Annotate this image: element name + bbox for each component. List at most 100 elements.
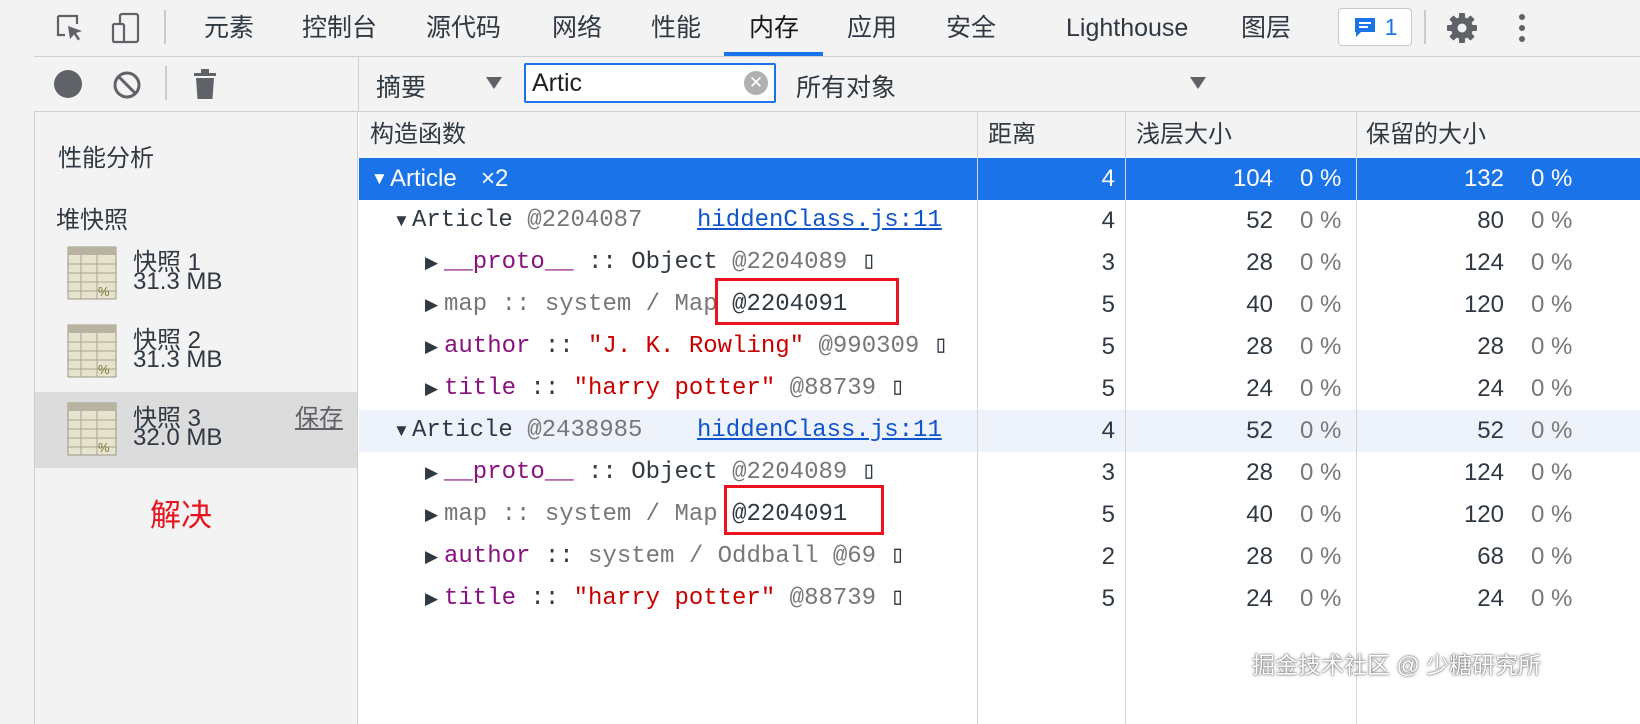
gear-icon[interactable] xyxy=(1444,10,1480,46)
collapse-triangle-icon[interactable]: ▼ xyxy=(393,200,410,242)
distance-value: 4 xyxy=(1101,417,1115,444)
tab-application[interactable]: 应用 xyxy=(847,0,897,56)
tab-security[interactable]: 安全 xyxy=(946,0,996,56)
shallow-size-value: 28 xyxy=(1246,333,1273,360)
clear-all-icon[interactable] xyxy=(112,70,142,105)
retained-size-value: 52 xyxy=(1477,417,1504,444)
record-icon[interactable] xyxy=(54,70,82,98)
issues-badge[interactable]: 1 xyxy=(1338,8,1412,46)
collapse-triangle-icon[interactable]: ▼ xyxy=(393,410,410,452)
annotation-label: 解决 xyxy=(150,498,212,533)
class-filter-input-box[interactable]: ✕ xyxy=(524,63,776,103)
clear-filter-icon[interactable]: ✕ xyxy=(744,71,768,95)
snapshot-item-3[interactable]: % 快照 3 32.0 MB 保存 xyxy=(35,392,357,468)
expand-triangle-icon[interactable]: ▶ xyxy=(425,578,438,620)
table-row[interactable]: ▶ author :: "J. K. Rowling" @990309 ▯ 5 … xyxy=(359,326,1640,368)
constructor-name: Article xyxy=(390,165,457,192)
retained-size-percent: 0 % xyxy=(1531,501,1573,528)
table-row-group-article[interactable]: ▼ Article ×2 4 104 0 % 132 0 % xyxy=(359,158,1640,200)
panel-divider xyxy=(358,57,359,112)
distance-value: 5 xyxy=(1101,333,1115,360)
column-divider[interactable] xyxy=(1125,112,1126,724)
snapshot-size: 31.3 MB xyxy=(133,268,223,295)
column-divider[interactable] xyxy=(977,112,978,724)
object-name: Article @2204087 xyxy=(412,207,643,234)
retained-size-percent: 0 % xyxy=(1531,417,1573,444)
retained-size-value: 132 xyxy=(1463,165,1504,192)
more-options-icon[interactable] xyxy=(1504,10,1540,46)
save-snapshot-link[interactable]: 保存 xyxy=(295,398,343,433)
column-header-distance[interactable]: 距离 xyxy=(988,112,1036,158)
table-row[interactable]: ▶ title :: "harry potter" @88739 ▯ 5 24 … xyxy=(359,578,1640,620)
tab-memory[interactable]: 内存 xyxy=(749,0,799,56)
sidebar-heading-heap: 堆快照 xyxy=(56,207,128,234)
scope-select[interactable]: 所有对象 xyxy=(796,68,896,104)
shallow-size-value: 104 xyxy=(1232,165,1273,192)
table-row[interactable]: ▶ __proto__ :: Object @2204089 ▯ 3 28 0 … xyxy=(359,452,1640,494)
tab-console[interactable]: 控制台 xyxy=(302,0,377,56)
tab-layers[interactable]: 图层 xyxy=(1241,0,1291,56)
retained-size-value: 124 xyxy=(1463,459,1504,486)
view-select-chevron-down-icon[interactable] xyxy=(486,76,502,94)
property-entry: title :: "harry potter" @88739 ▯ xyxy=(444,585,905,612)
distance-value: 5 xyxy=(1101,375,1115,402)
column-divider[interactable] xyxy=(1356,112,1357,724)
trash-icon[interactable] xyxy=(192,68,218,105)
distance-value: 5 xyxy=(1101,585,1115,612)
snapshot-size: 31.3 MB xyxy=(133,346,223,373)
object-name: Article @2438985 xyxy=(412,417,643,444)
class-filter-input[interactable] xyxy=(532,67,732,99)
column-header-shallow-size[interactable]: 浅层大小 xyxy=(1136,112,1232,158)
retained-size-value: 28 xyxy=(1477,333,1504,360)
tab-sources[interactable]: 源代码 xyxy=(426,0,501,56)
table-row[interactable]: ▶ author :: system / Oddball @69 ▯ 2 28 … xyxy=(359,536,1640,578)
tab-performance[interactable]: 性能 xyxy=(651,0,701,56)
toolbar-divider xyxy=(1424,10,1426,44)
distance-value: 5 xyxy=(1101,291,1115,318)
shallow-size-percent: 0 % xyxy=(1300,501,1342,528)
source-link[interactable]: hiddenClass.js:11 xyxy=(697,410,942,452)
expand-triangle-icon[interactable]: ▶ xyxy=(425,452,438,494)
shallow-size-percent: 0 % xyxy=(1300,291,1342,318)
expand-triangle-icon[interactable]: ▶ xyxy=(425,536,438,578)
expand-triangle-icon[interactable]: ▶ xyxy=(425,242,438,284)
table-row[interactable]: ▶ __proto__ :: Object @2204089 ▯ 3 28 0 … xyxy=(359,242,1640,284)
shallow-size-percent: 0 % xyxy=(1300,417,1342,444)
snapshot-spreadsheet-icon: % xyxy=(67,324,117,378)
table-row[interactable]: ▼ Article @2438985 hiddenClass.js:11 4 5… xyxy=(359,410,1640,452)
collapse-triangle-icon[interactable]: ▼ xyxy=(371,158,388,200)
highlight-box xyxy=(724,485,884,535)
table-row[interactable]: ▼ Article @2204087 hiddenClass.js:11 4 5… xyxy=(359,200,1640,242)
expand-triangle-icon[interactable]: ▶ xyxy=(425,494,438,536)
device-toolbar-icon[interactable] xyxy=(108,10,144,46)
view-select[interactable]: 摘要 xyxy=(376,68,426,104)
tab-lighthouse[interactable]: Lighthouse xyxy=(1066,0,1188,56)
shallow-size-value: 24 xyxy=(1246,585,1273,612)
expand-triangle-icon[interactable]: ▶ xyxy=(425,326,438,368)
shallow-size-percent: 0 % xyxy=(1300,207,1342,234)
scope-select-chevron-down-icon[interactable] xyxy=(1190,76,1206,94)
column-header-constructor[interactable]: 构造函数 xyxy=(370,112,466,158)
snapshot-item-2[interactable]: % 快照 2 31.3 MB xyxy=(35,314,357,390)
shallow-size-value: 28 xyxy=(1246,249,1273,276)
table-row[interactable]: ▶ map :: system / Map @2204091 5 40 0 % … xyxy=(359,494,1640,536)
retained-size-percent: 0 % xyxy=(1531,207,1573,234)
distance-value: 3 xyxy=(1101,459,1115,486)
issues-count: 1 xyxy=(1384,13,1398,40)
inspect-element-icon[interactable] xyxy=(52,10,88,46)
tab-network[interactable]: 网络 xyxy=(552,0,602,56)
shallow-size-percent: 0 % xyxy=(1300,459,1342,486)
shallow-size-percent: 0 % xyxy=(1300,375,1342,402)
message-icon xyxy=(1354,18,1375,37)
shallow-size-percent: 0 % xyxy=(1300,543,1342,570)
expand-triangle-icon[interactable]: ▶ xyxy=(425,368,438,410)
expand-triangle-icon[interactable]: ▶ xyxy=(425,284,438,326)
source-link[interactable]: hiddenClass.js:11 xyxy=(697,200,942,242)
tab-elements[interactable]: 元素 xyxy=(204,0,254,56)
snapshot-item-1[interactable]: % 快照 1 31.3 MB xyxy=(35,236,357,312)
table-row[interactable]: ▶ title :: "harry potter" @88739 ▯ 5 24 … xyxy=(359,368,1640,410)
table-row[interactable]: ▶ map :: system / Map @2204091 5 40 0 % … xyxy=(359,284,1640,326)
column-header-retained-size[interactable]: 保留的大小 xyxy=(1366,112,1486,158)
property-entry: title :: "harry potter" @88739 ▯ xyxy=(444,375,905,402)
snapshot-size: 32.0 MB xyxy=(133,424,223,451)
